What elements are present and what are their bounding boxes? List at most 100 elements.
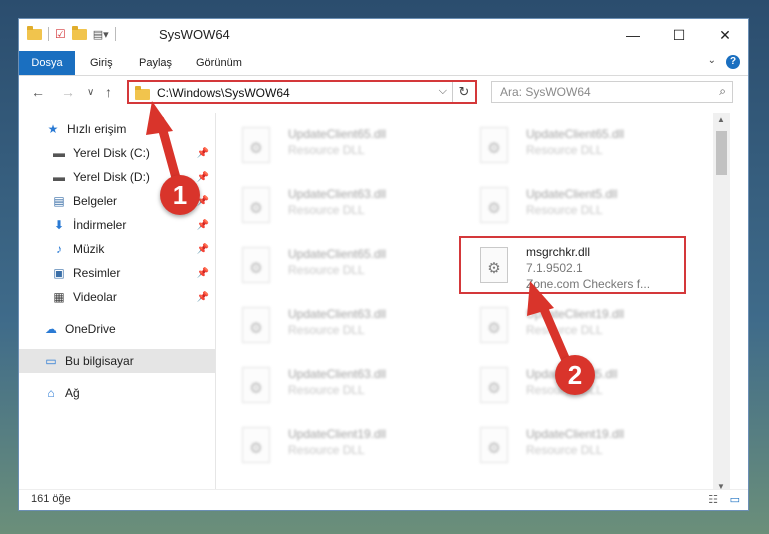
nav-item-label: OneDrive — [65, 322, 116, 336]
details-view-icon[interactable]: ☷ — [708, 493, 718, 506]
nav-item-music[interactable]: ♪ Müzik 📌 — [19, 237, 215, 261]
properties-check-icon[interactable]: ☑ — [55, 27, 66, 41]
dll-file-icon: ⚙ — [242, 247, 270, 283]
ribbon-tabs: Dosya Giriş Paylaş Görünüm ⌄ ? — [19, 51, 748, 76]
dll-file-icon: ⚙ — [242, 367, 270, 403]
quick-access-toolbar: ☑ ▤▾ — [27, 25, 116, 41]
refresh-button[interactable]: ↻ — [452, 82, 475, 102]
pin-icon[interactable]: 📌 — [197, 268, 209, 279]
navigation-pane: ★ Hızlı erişim ▬ Yerel Disk (C:) 📌 ▬ Yer… — [19, 113, 216, 493]
minimize-button[interactable]: — — [610, 19, 656, 51]
scroll-thumb[interactable] — [716, 131, 727, 175]
navigation-bar: ← → ∨ ↑ C:\Windows\SysWOW64 ⌵ ↻ Ara: Sys… — [19, 76, 748, 110]
file-tile[interactable]: ⚙ UpdateClient19.dll Resource DLL — [454, 301, 679, 351]
file-tile[interactable]: ⚙ UpdateClient63.dll Resource DLL — [216, 301, 441, 351]
nav-item-label: Resimler — [73, 266, 121, 280]
scroll-up-icon[interactable]: ▲ — [717, 115, 725, 124]
forward-button[interactable]: → — [61, 84, 75, 100]
item-count: 161 öğe — [31, 493, 71, 505]
file-tile[interactable]: ⚙ UpdateClient63.dll Resource DLL — [216, 361, 441, 411]
nav-item-label: Belgeler — [73, 194, 118, 208]
back-button[interactable]: ← — [31, 84, 45, 100]
file-tile[interactable]: ⚙ UpdateClient65.dll Resource DLL — [216, 241, 441, 291]
customize-toolbar-icon[interactable]: ▤▾ — [93, 28, 109, 41]
dll-file-icon: ⚙ — [242, 127, 270, 163]
recent-locations-button[interactable]: ∨ — [87, 87, 94, 98]
separator — [114, 27, 116, 41]
nav-item-pictures[interactable]: ▣ Resimler 📌 — [19, 261, 215, 285]
nav-item-label: Yerel Disk (D:) — [73, 170, 150, 184]
file-tile[interactable]: ⚙ UpdateClient5.dll Resource DLL — [454, 181, 679, 231]
pictures-icon: ▣ — [53, 266, 65, 280]
nav-item-label: Videolar — [73, 290, 117, 304]
step-badge-2: 2 — [555, 355, 595, 395]
drive-icon: ▬ — [53, 146, 65, 160]
pin-icon[interactable]: 📌 — [197, 244, 209, 255]
dll-file-icon: ⚙ — [480, 127, 508, 163]
pin-icon[interactable]: 📌 — [197, 220, 209, 231]
window-title: SysWOW64 — [159, 27, 230, 42]
separator — [48, 27, 49, 41]
nav-item-onedrive[interactable]: ☁ OneDrive — [19, 317, 215, 341]
file-tile[interactable]: ⚙ UpdateClient19.dll Resource DLL — [216, 421, 441, 471]
documents-icon: ▤ — [53, 194, 65, 208]
file-tile[interactable]: ⚙ UpdateClient65.dll Resource DLL — [454, 121, 679, 171]
vertical-scrollbar[interactable]: ▲ ▼ — [713, 113, 730, 493]
address-bar[interactable]: C:\Windows\SysWOW64 ⌵ ↻ — [127, 80, 477, 104]
close-button[interactable]: ✕ — [702, 19, 748, 51]
dll-file-icon: ⚙ — [242, 427, 270, 463]
nav-item-label: Müzik — [73, 242, 105, 256]
search-icon[interactable]: ⌕ — [719, 84, 726, 99]
maximize-button[interactable]: ☐ — [656, 19, 702, 51]
nav-item-label: Ağ — [65, 386, 80, 400]
dll-file-icon: ⚙ — [480, 307, 508, 343]
tiles-view-icon[interactable]: ▭ — [730, 493, 740, 506]
pin-icon[interactable]: 📌 — [197, 172, 209, 183]
folder-icon — [27, 25, 42, 40]
dll-file-icon: ⚙ — [242, 187, 270, 223]
file-tile[interactable]: ⚙ UpdateClient19.dll Resource DLL — [454, 421, 679, 471]
pin-icon[interactable]: 📌 — [197, 292, 209, 303]
help-icon[interactable]: ? — [726, 55, 740, 69]
download-icon: ⬇ — [53, 218, 65, 232]
nav-item-quick-access[interactable]: ★ Hızlı erişim — [19, 117, 215, 141]
tab-home[interactable]: Giriş — [90, 51, 113, 75]
new-folder-icon[interactable] — [71, 25, 87, 40]
nav-item-drive-c[interactable]: ▬ Yerel Disk (C:) 📌 — [19, 141, 215, 165]
drive-icon: ▬ — [53, 170, 65, 184]
tab-share[interactable]: Paylaş — [139, 51, 172, 75]
nav-item-label: İndirmeler — [73, 218, 127, 232]
dll-file-icon: ⚙ — [480, 367, 508, 403]
nav-item-label: Bu bilgisayar — [65, 354, 134, 368]
nav-item-videos[interactable]: ▦ Videolar 📌 — [19, 285, 215, 309]
dll-file-icon: ⚙ — [480, 427, 508, 463]
dll-file-icon: ⚙ — [242, 307, 270, 343]
tab-file[interactable]: Dosya — [19, 51, 75, 75]
cloud-icon: ☁ — [45, 322, 57, 336]
file-tile[interactable]: ⚙ UpdateClient63.dll Resource DLL — [216, 181, 441, 231]
nav-item-label: Hızlı erişim — [67, 122, 127, 136]
nav-item-downloads[interactable]: ⬇ İndirmeler 📌 — [19, 213, 215, 237]
step-badge-1: 1 — [160, 175, 200, 215]
video-icon: ▦ — [53, 290, 65, 304]
search-placeholder: Ara: SysWOW64 — [500, 85, 591, 99]
address-path: C:\Windows\SysWOW64 — [157, 86, 290, 100]
chevron-down-icon[interactable]: ⌄ — [708, 55, 716, 66]
file-tile[interactable]: ⚙ UpdateClient65.dll Resource DLL — [216, 121, 441, 171]
status-bar: 161 öğe ☷ ▭ — [19, 489, 748, 510]
pin-icon[interactable]: 📌 — [197, 148, 209, 159]
music-icon: ♪ — [56, 242, 62, 256]
dll-file-icon: ⚙ — [480, 187, 508, 223]
highlight-box — [459, 236, 686, 294]
up-button[interactable]: ↑ — [105, 84, 112, 100]
star-icon: ★ — [47, 122, 59, 136]
nav-item-network[interactable]: ⌂ Ağ — [19, 381, 215, 405]
nav-item-this-pc[interactable]: ▭ Bu bilgisayar — [19, 349, 215, 373]
chevron-down-icon[interactable]: ⌵ — [439, 85, 447, 98]
network-icon: ⌂ — [47, 386, 55, 400]
title-bar: ☑ ▤▾ SysWOW64 — ☐ ✕ — [19, 19, 748, 51]
nav-item-label: Yerel Disk (C:) — [73, 146, 150, 160]
tab-view[interactable]: Görünüm — [196, 51, 242, 75]
search-input[interactable]: Ara: SysWOW64 ⌕ — [491, 81, 733, 103]
folder-icon — [135, 86, 150, 100]
